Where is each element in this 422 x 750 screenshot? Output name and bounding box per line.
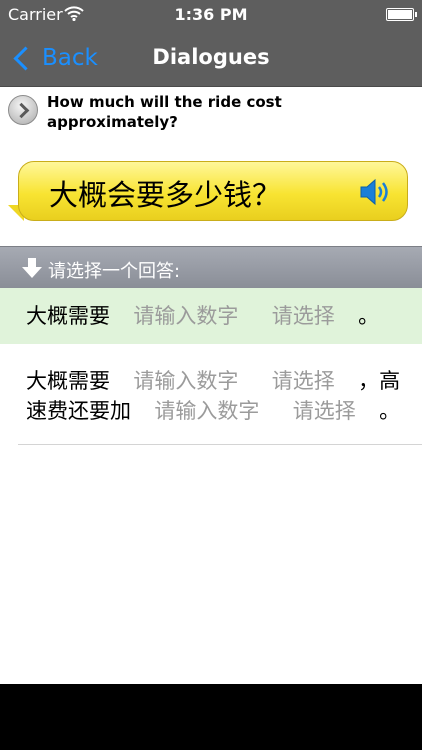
answer-option-2[interactable]: 大概需要 请输入数字 请选择 ，高 速费还要加 请输入数字 请选择 。 [0, 344, 422, 444]
answer-line: 大概需要 请输入数字 请选择 。 [26, 288, 404, 331]
answer-prompt-bar: 请选择一个回答: [0, 246, 422, 288]
answer-ending: 。 [358, 304, 380, 328]
number-input[interactable]: 请输入数字 [133, 304, 238, 328]
answer-text: ，高 [358, 369, 401, 393]
answer-ending: 。 [379, 399, 401, 423]
chevron-right-circle-icon[interactable] [8, 95, 38, 125]
answer-text: 大概需要 [26, 304, 110, 328]
speaker-icon[interactable] [359, 177, 393, 207]
unit-select[interactable]: 请选择 [293, 399, 356, 423]
unit-select[interactable]: 请选择 [272, 304, 335, 328]
answer-text: 大概需要 [26, 369, 110, 393]
number-input[interactable]: 请输入数字 [133, 369, 238, 393]
question-row: How much will the ride cost approximatel… [0, 87, 422, 137]
bottom-bar [0, 684, 422, 750]
down-arrow-icon [22, 258, 42, 278]
question-english: How much will the ride cost approximatel… [47, 93, 282, 131]
page-title: Dialogues [152, 45, 270, 69]
answer-text: 速费还要加 [26, 399, 131, 423]
prompt-text: 请选择一个回答: [48, 261, 181, 282]
number-input[interactable]: 请输入数字 [154, 399, 259, 423]
answer-line: 大概需要 请输入数字 请选择 ，高 [26, 344, 404, 396]
speech-bubble[interactable]: 大概会要多少钱？ [18, 161, 408, 221]
answer-line: 速费还要加 请输入数字 请选择 。 [26, 396, 404, 426]
navigation-bar: Back Dialogues [0, 30, 422, 87]
row-divider [18, 444, 422, 445]
question-chinese: 大概会要多少钱？ [49, 178, 282, 212]
status-time: 1:36 PM [174, 5, 248, 24]
answer-option-1[interactable]: 大概需要 请输入数字 请选择 。 [0, 288, 422, 344]
unit-select[interactable]: 请选择 [272, 369, 335, 393]
battery-icon [386, 8, 417, 21]
status-bar: Carrier 1:36 PM [0, 0, 422, 30]
